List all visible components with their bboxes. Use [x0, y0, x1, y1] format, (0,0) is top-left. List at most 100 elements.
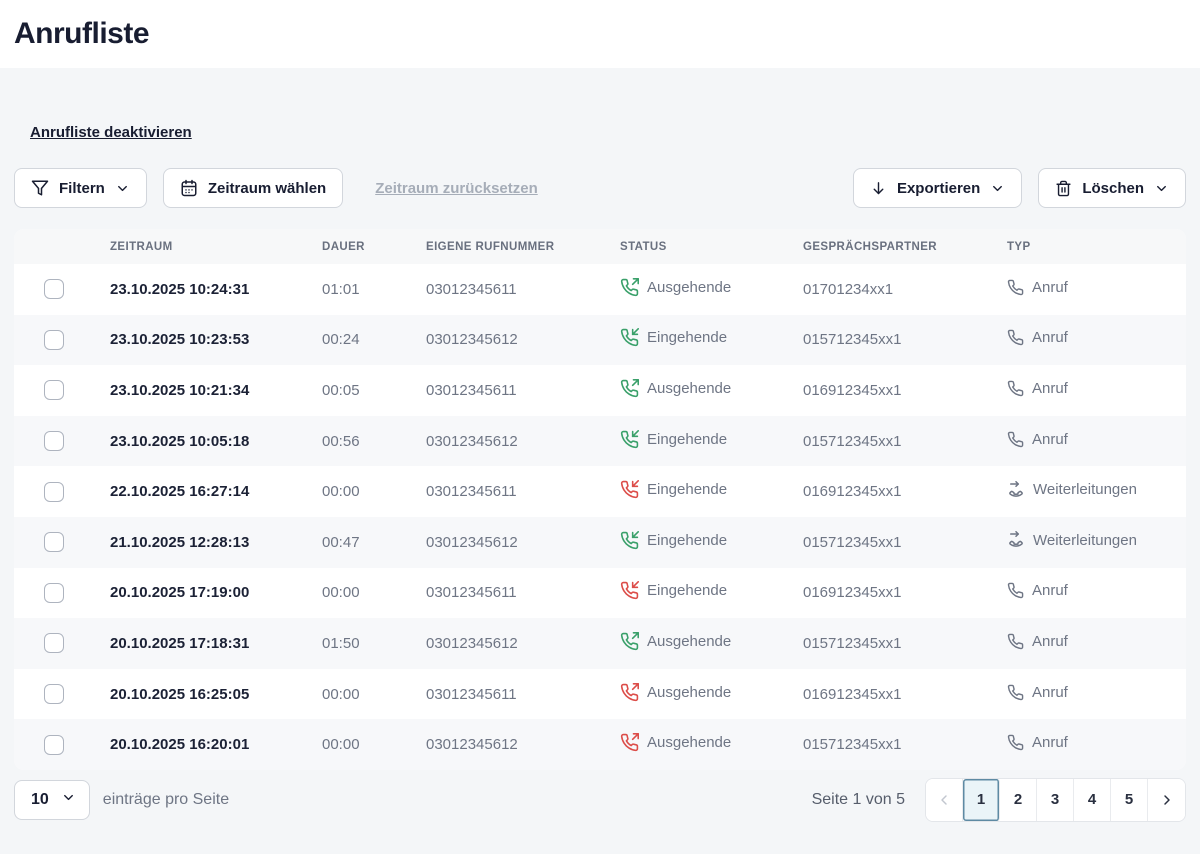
column-header-eigene-rufnummer: EIGENE RUFNUMMER [412, 229, 606, 264]
cell-status: Eingehende [606, 416, 789, 467]
cell-status: Ausgehende [606, 264, 789, 315]
choose-period-button[interactable]: Zeitraum wählen [163, 168, 343, 208]
cell-gespraechspartner: 01701234xx1 [789, 264, 993, 315]
page-button-1[interactable]: 1 [963, 779, 1000, 821]
cell-zeitraum: 20.10.2025 17:18:31 [96, 618, 308, 669]
column-header-status: STATUS [606, 229, 789, 264]
page-button-5[interactable]: 5 [1111, 779, 1148, 821]
table-row: 23.10.2025 10:21:3400:0503012345611Ausge… [14, 365, 1186, 416]
row-checkbox[interactable] [44, 735, 64, 755]
filter-button[interactable]: Filtern [14, 168, 147, 208]
typ-label: Weiterleitungen [1033, 481, 1137, 498]
cell-typ: Anruf [993, 365, 1186, 416]
typ-label: Anruf [1032, 684, 1068, 701]
header-checkbox-column [14, 229, 96, 264]
cell-dauer: 01:01 [308, 264, 412, 315]
row-checkbox[interactable] [44, 431, 64, 451]
phone-icon [1007, 279, 1024, 296]
cell-typ: Anruf [993, 719, 1186, 770]
page-button-2[interactable]: 2 [1000, 779, 1037, 821]
cell-eigene-rufnummer: 03012345611 [412, 365, 606, 416]
next-page-button[interactable] [1148, 779, 1185, 821]
phone-icon [1007, 380, 1024, 397]
table-row: 23.10.2025 10:05:1800:5603012345612Einge… [14, 416, 1186, 467]
phone-icon [1007, 431, 1024, 448]
phone-outgoing-icon [620, 632, 639, 651]
delete-button[interactable]: Löschen [1038, 168, 1186, 208]
cell-dauer: 00:24 [308, 315, 412, 366]
table-footer: 10 einträge pro Seite Seite 1 von 5 1234… [14, 778, 1186, 822]
typ-label: Weiterleitungen [1033, 532, 1137, 549]
page-size-value: 10 [31, 791, 49, 809]
table-row: 20.10.2025 16:20:0100:0003012345612Ausge… [14, 719, 1186, 770]
phone-incoming-icon [620, 531, 639, 550]
row-checkbox[interactable] [44, 279, 64, 299]
table-row: 22.10.2025 16:27:1400:0003012345611Einge… [14, 466, 1186, 517]
export-button[interactable]: Exportieren [853, 168, 1022, 208]
column-header-typ: TYP [993, 229, 1186, 264]
phone-incoming-icon [620, 328, 639, 347]
status-label: Eingehende [647, 532, 727, 549]
typ-label: Anruf [1032, 380, 1068, 397]
delete-button-label: Löschen [1082, 180, 1144, 197]
status-label: Ausgehende [647, 279, 731, 296]
cell-gespraechspartner: 016912345xx1 [789, 466, 993, 517]
phone-outgoing-icon [620, 683, 639, 702]
row-checkbox[interactable] [44, 482, 64, 502]
row-checkbox[interactable] [44, 633, 64, 653]
cell-typ: Weiterleitungen [993, 517, 1186, 568]
row-checkbox[interactable] [44, 684, 64, 704]
table-header-row: ZEITRAUM DAUER EIGENE RUFNUMMER STATUS G… [14, 229, 1186, 264]
cell-dauer: 00:00 [308, 568, 412, 619]
cell-zeitraum: 20.10.2025 16:20:01 [96, 719, 308, 770]
cell-status: Ausgehende [606, 669, 789, 720]
call-table-body: 23.10.2025 10:24:3101:0103012345611Ausge… [14, 264, 1186, 770]
cell-status: Eingehende [606, 466, 789, 517]
content-area: Anrufliste deaktivieren Filtern Zeitraum… [0, 68, 1200, 854]
cell-typ: Anruf [993, 618, 1186, 669]
cell-dauer: 00:00 [308, 466, 412, 517]
row-checkbox[interactable] [44, 532, 64, 552]
column-header-zeitraum: ZEITRAUM [96, 229, 308, 264]
cell-dauer: 00:00 [308, 719, 412, 770]
table-row: 20.10.2025 17:18:3101:5003012345612Ausge… [14, 618, 1186, 669]
phone-icon [1007, 582, 1024, 599]
page-size-select[interactable]: 10 [14, 780, 90, 820]
cell-zeitraum: 23.10.2025 10:24:31 [96, 264, 308, 315]
toolbar-right: Exportieren Löschen [853, 168, 1186, 208]
pagination: 12345 [925, 778, 1186, 822]
typ-label: Anruf [1032, 431, 1068, 448]
row-checkbox[interactable] [44, 380, 64, 400]
phone-outgoing-icon [620, 278, 639, 297]
status-label: Eingehende [647, 431, 727, 448]
cell-dauer: 00:47 [308, 517, 412, 568]
phone-icon [1007, 734, 1024, 751]
row-checkbox[interactable] [44, 330, 64, 350]
reset-period-link[interactable]: Zeitraum zurücksetzen [375, 180, 538, 197]
cell-eigene-rufnummer: 03012345611 [412, 466, 606, 517]
column-header-dauer: DAUER [308, 229, 412, 264]
cell-status: Ausgehende [606, 719, 789, 770]
row-checkbox[interactable] [44, 583, 64, 603]
cell-eigene-rufnummer: 03012345611 [412, 264, 606, 315]
call-forward-icon [1007, 481, 1025, 499]
table-row: 23.10.2025 10:24:3101:0103012345611 Ausge… [14, 264, 1186, 315]
call-forward-icon [1007, 531, 1025, 549]
cell-dauer: 00:05 [308, 365, 412, 416]
page-button-3[interactable]: 3 [1037, 779, 1074, 821]
cell-eigene-rufnummer: 03012345611 [412, 568, 606, 619]
cell-gespraechspartner: 016912345xx1 [789, 568, 993, 619]
status-label: Eingehende [647, 329, 727, 346]
export-button-label: Exportieren [897, 180, 980, 197]
cell-gespraechspartner: 016912345xx1 [789, 669, 993, 720]
cell-eigene-rufnummer: 03012345612 [412, 719, 606, 770]
cell-gespraechspartner: 015712345xx1 [789, 719, 993, 770]
page-button-4[interactable]: 4 [1074, 779, 1111, 821]
chevron-down-icon [115, 181, 130, 196]
previous-page-button[interactable] [926, 779, 963, 821]
typ-label: Anruf [1032, 633, 1068, 650]
cell-eigene-rufnummer: 03012345612 [412, 517, 606, 568]
chevron-down-icon [61, 790, 76, 810]
deactivate-call-list-link[interactable]: Anrufliste deaktivieren [30, 124, 192, 141]
phone-icon [1007, 633, 1024, 650]
